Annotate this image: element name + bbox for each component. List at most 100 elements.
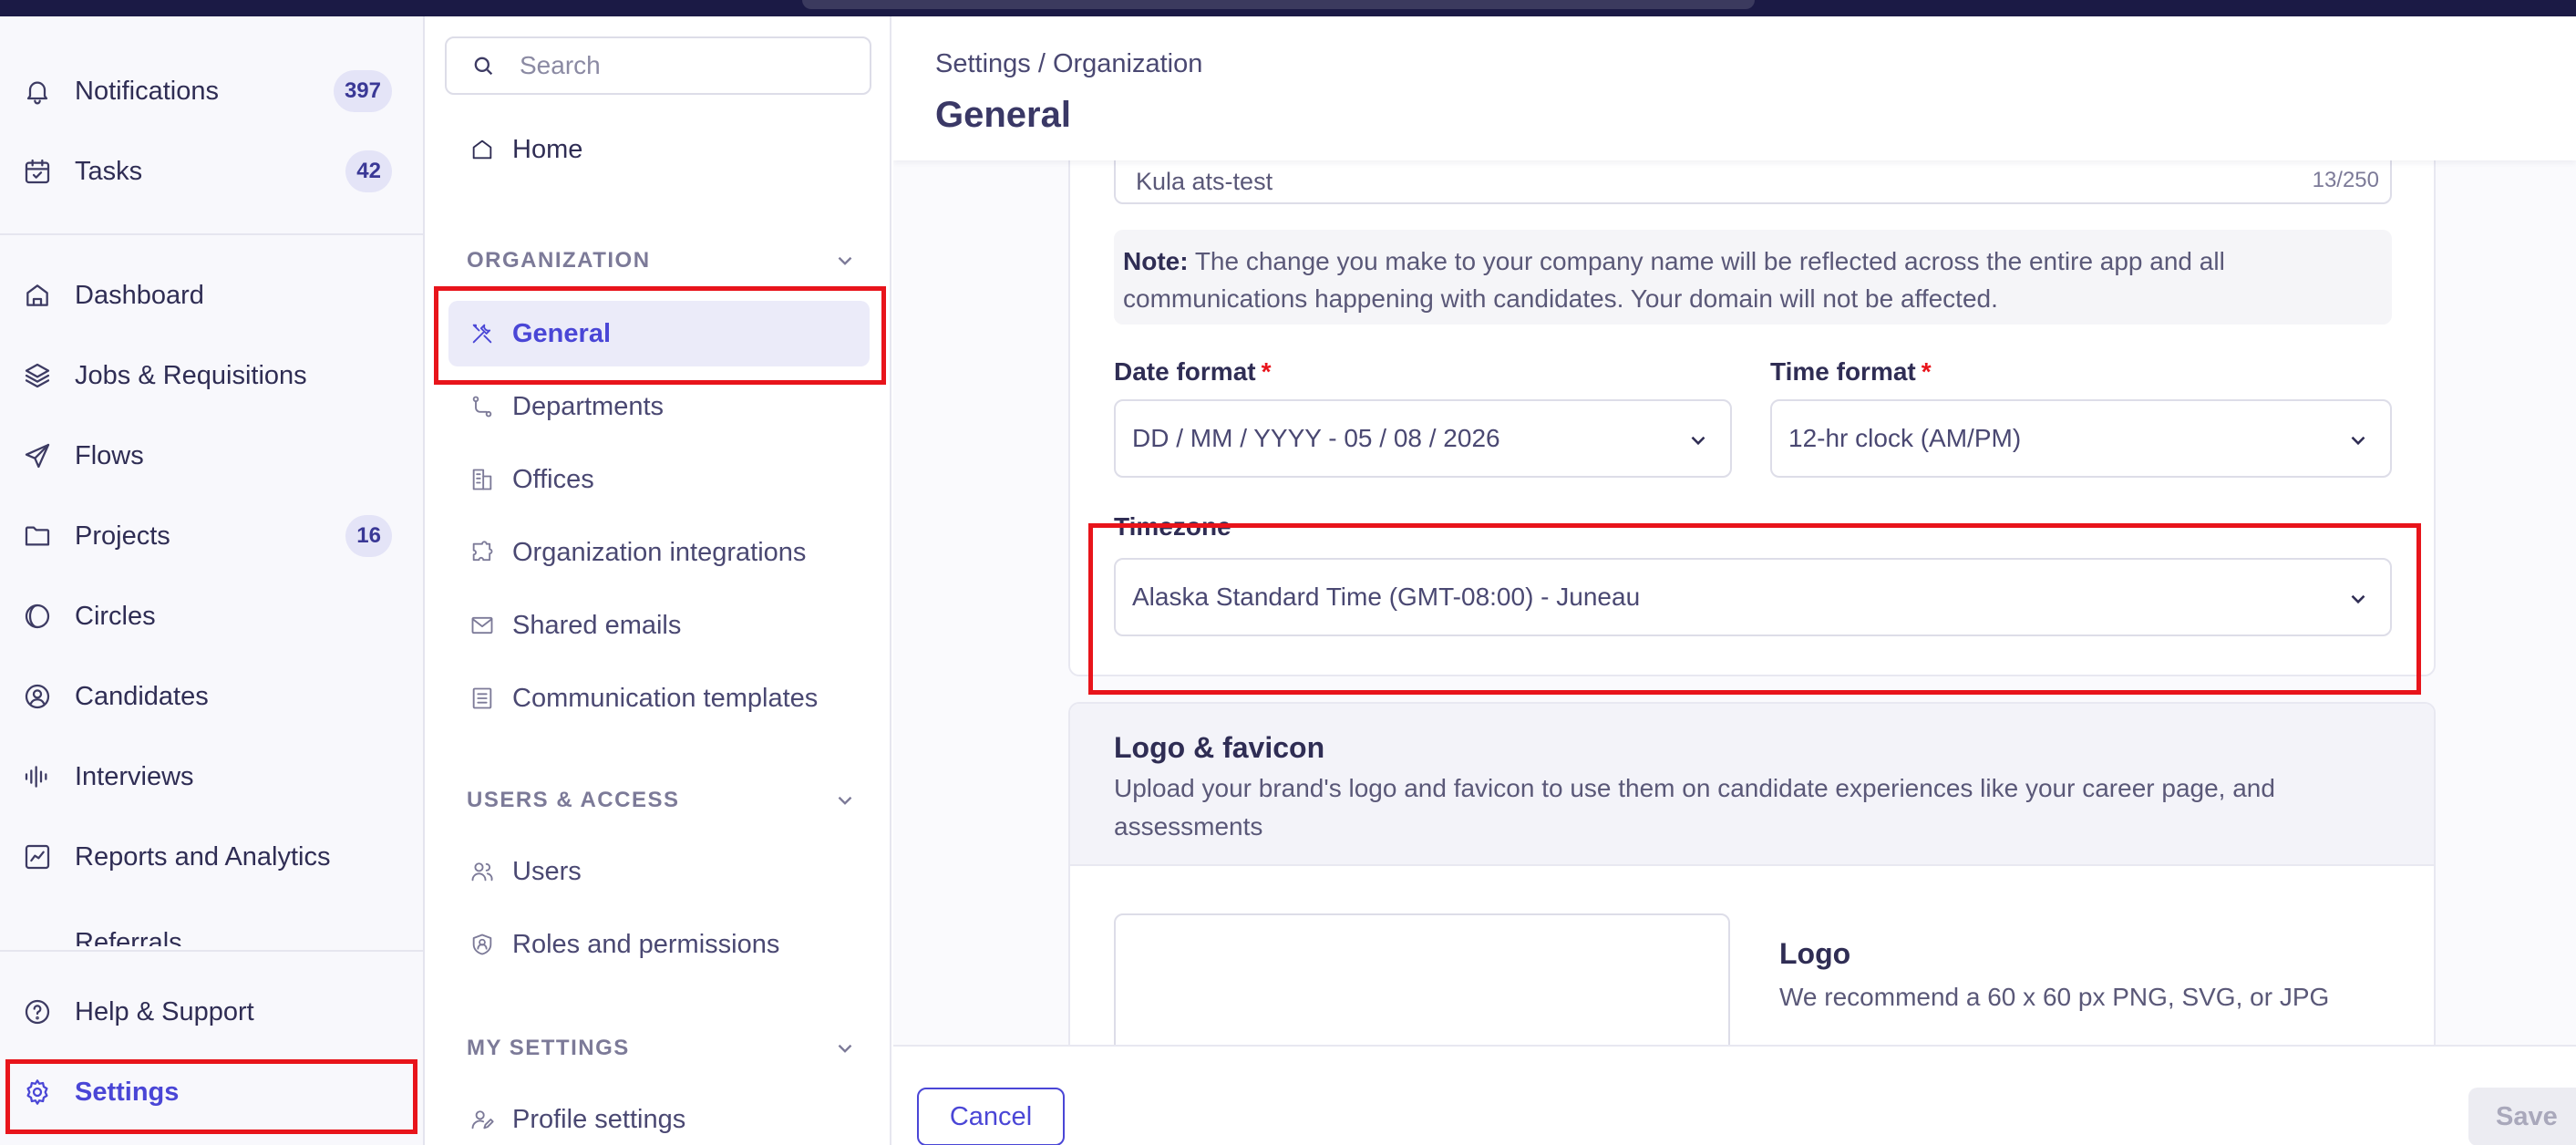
nav-label: Circles (75, 601, 156, 631)
nav-label: Projects (75, 521, 170, 551)
tasks-badge: 42 (345, 150, 392, 192)
nav-item-candidates[interactable]: Candidates (22, 665, 405, 727)
document-icon (469, 685, 496, 712)
logo-section-title: Logo & favicon (1114, 731, 1325, 764)
circles-icon (22, 601, 53, 632)
chevron-down-icon (838, 796, 852, 805)
settings-item-label: Profile settings (512, 1104, 686, 1134)
nav-item-tasks[interactable]: Tasks 42 (22, 140, 405, 202)
logo-section-description: Upload your brand's logo and favicon to … (1114, 774, 2275, 841)
settings-item-departments[interactable]: Departments (448, 374, 870, 439)
settings-item-roles[interactable]: Roles and permissions (448, 912, 870, 977)
settings-item-users[interactable]: Users (448, 839, 870, 904)
settings-home[interactable]: Home (448, 117, 870, 182)
logo-description: We recommend a 60 x 60 px PNG, SVG, or J… (1779, 983, 2330, 1011)
bell-icon (22, 76, 53, 107)
breadcrumb: Settings / Organization (935, 49, 1203, 78)
required-mark: * (1261, 357, 1272, 386)
settings-item-offices[interactable]: Offices (448, 447, 870, 512)
settings-item-general[interactable]: General (448, 301, 870, 366)
section-organization[interactable]: ORGANIZATION (467, 242, 857, 279)
home-icon (469, 136, 496, 163)
timezone-select[interactable]: Alaska Standard Time (GMT-08:00) - Junea… (1114, 558, 2392, 636)
nav-label: Notifications (75, 76, 219, 106)
nav-item-help[interactable]: Help & Support (22, 981, 405, 1043)
select-value: DD / MM / YYYY - 05 / 08 / 2026 (1132, 424, 1500, 452)
company-name-input[interactable]: Kula ats-test 13/250 (1114, 160, 2392, 204)
settings-item-label: Shared emails (512, 610, 682, 640)
building-icon (469, 466, 496, 493)
nav-item-referrals[interactable]: Referrals (22, 919, 405, 946)
chevron-down-icon (2351, 436, 2365, 446)
section-title: ORGANIZATION (467, 248, 651, 273)
gear-icon (22, 1077, 53, 1108)
home-icon (22, 280, 53, 311)
settings-home-label: Home (512, 134, 583, 164)
nav-label: Candidates (75, 681, 209, 711)
company-name-value: Kula ats-test (1136, 168, 1273, 195)
settings-item-label: General (512, 318, 611, 348)
page-header: Settings / Organization General (893, 16, 2576, 160)
window-top-bar (0, 0, 2576, 16)
time-format-select[interactable]: 12-hr clock (AM/PM) (1770, 399, 2392, 478)
mail-icon (469, 612, 496, 639)
search-icon (474, 57, 493, 76)
folder-icon (22, 521, 53, 552)
tools-icon (469, 320, 496, 347)
note-text: The change you make to your company name… (1123, 247, 2225, 313)
nav-item-projects[interactable]: Projects 16 (22, 505, 405, 567)
nav-item-notifications[interactable]: Notifications 397 (22, 60, 405, 122)
send-icon (22, 440, 53, 471)
settings-form-scroll[interactable]: Kula ats-test 13/250 Note: The change yo… (893, 160, 2576, 1045)
settings-item-templates[interactable]: Communication templates (448, 665, 870, 731)
chevron-down-icon (2351, 594, 2365, 604)
settings-item-label: Organization integrations (512, 537, 807, 567)
nav-item-reports[interactable]: Reports and Analytics (22, 826, 405, 888)
nav-item-flows[interactable]: Flows (22, 425, 405, 487)
branch-icon (469, 393, 496, 420)
nav-item-dashboard[interactable]: Dashboard (22, 264, 405, 326)
select-value: 12-hr clock (AM/PM) (1788, 424, 2022, 452)
nav-item-interviews[interactable]: Interviews (22, 746, 405, 808)
nav-label: Tasks (75, 156, 143, 186)
address-bar (802, 0, 1755, 9)
save-button[interactable]: Save (2468, 1088, 2576, 1145)
search-input[interactable] (520, 51, 866, 80)
nav-divider (0, 950, 423, 952)
section-users-access[interactable]: USERS & ACCESS (467, 782, 857, 819)
section-my-settings[interactable]: MY SETTINGS (467, 1030, 857, 1067)
cancel-button[interactable]: Cancel (917, 1088, 1065, 1145)
company-settings-card: Kula ats-test 13/250 Note: The change yo… (1068, 160, 2436, 676)
settings-item-profile[interactable]: Profile settings (448, 1087, 870, 1145)
audio-wave-icon (22, 761, 53, 792)
settings-item-label: Users (512, 856, 582, 886)
notifications-badge: 397 (333, 70, 392, 112)
logo-favicon-card: Logo & favicon Upload your brand's logo … (1068, 702, 2436, 1045)
settings-item-shared-emails[interactable]: Shared emails (448, 593, 870, 658)
layers-icon (22, 360, 53, 391)
note-label: Note: (1123, 247, 1189, 275)
label-text: Timezone (1114, 512, 1231, 541)
settings-item-integrations[interactable]: Organization integrations (448, 520, 870, 585)
nav-item-settings[interactable]: Settings (22, 1061, 405, 1123)
projects-badge: 16 (345, 515, 392, 557)
chevron-down-icon (838, 256, 852, 265)
user-circle-icon (22, 681, 53, 712)
nav-item-circles[interactable]: Circles (22, 585, 405, 647)
chevron-down-icon (838, 1044, 852, 1053)
page-title: General (935, 95, 1071, 135)
date-format-select[interactable]: DD / MM / YYYY - 05 / 08 / 2026 (1114, 399, 1732, 478)
settings-navigation: Home ORGANIZATION General Departments Of… (427, 16, 891, 1145)
settings-item-label: Offices (512, 464, 594, 494)
nav-item-jobs[interactable]: Jobs & Requisitions (22, 345, 405, 407)
logo-section-header: Logo & favicon Upload your brand's logo … (1070, 704, 2434, 866)
required-mark: * (1921, 357, 1932, 386)
users-icon (469, 858, 496, 885)
nav-label: Jobs & Requisitions (75, 360, 307, 390)
logo-upload-area[interactable] (1114, 913, 1730, 1045)
main-navigation: Notifications 397 Tasks 42 Dashboard Job… (0, 16, 425, 1145)
chevron-down-icon (1691, 436, 1705, 446)
section-title: MY SETTINGS (467, 1036, 630, 1060)
nav-label: Help & Support (75, 996, 254, 1026)
help-circle-icon (22, 996, 53, 1027)
